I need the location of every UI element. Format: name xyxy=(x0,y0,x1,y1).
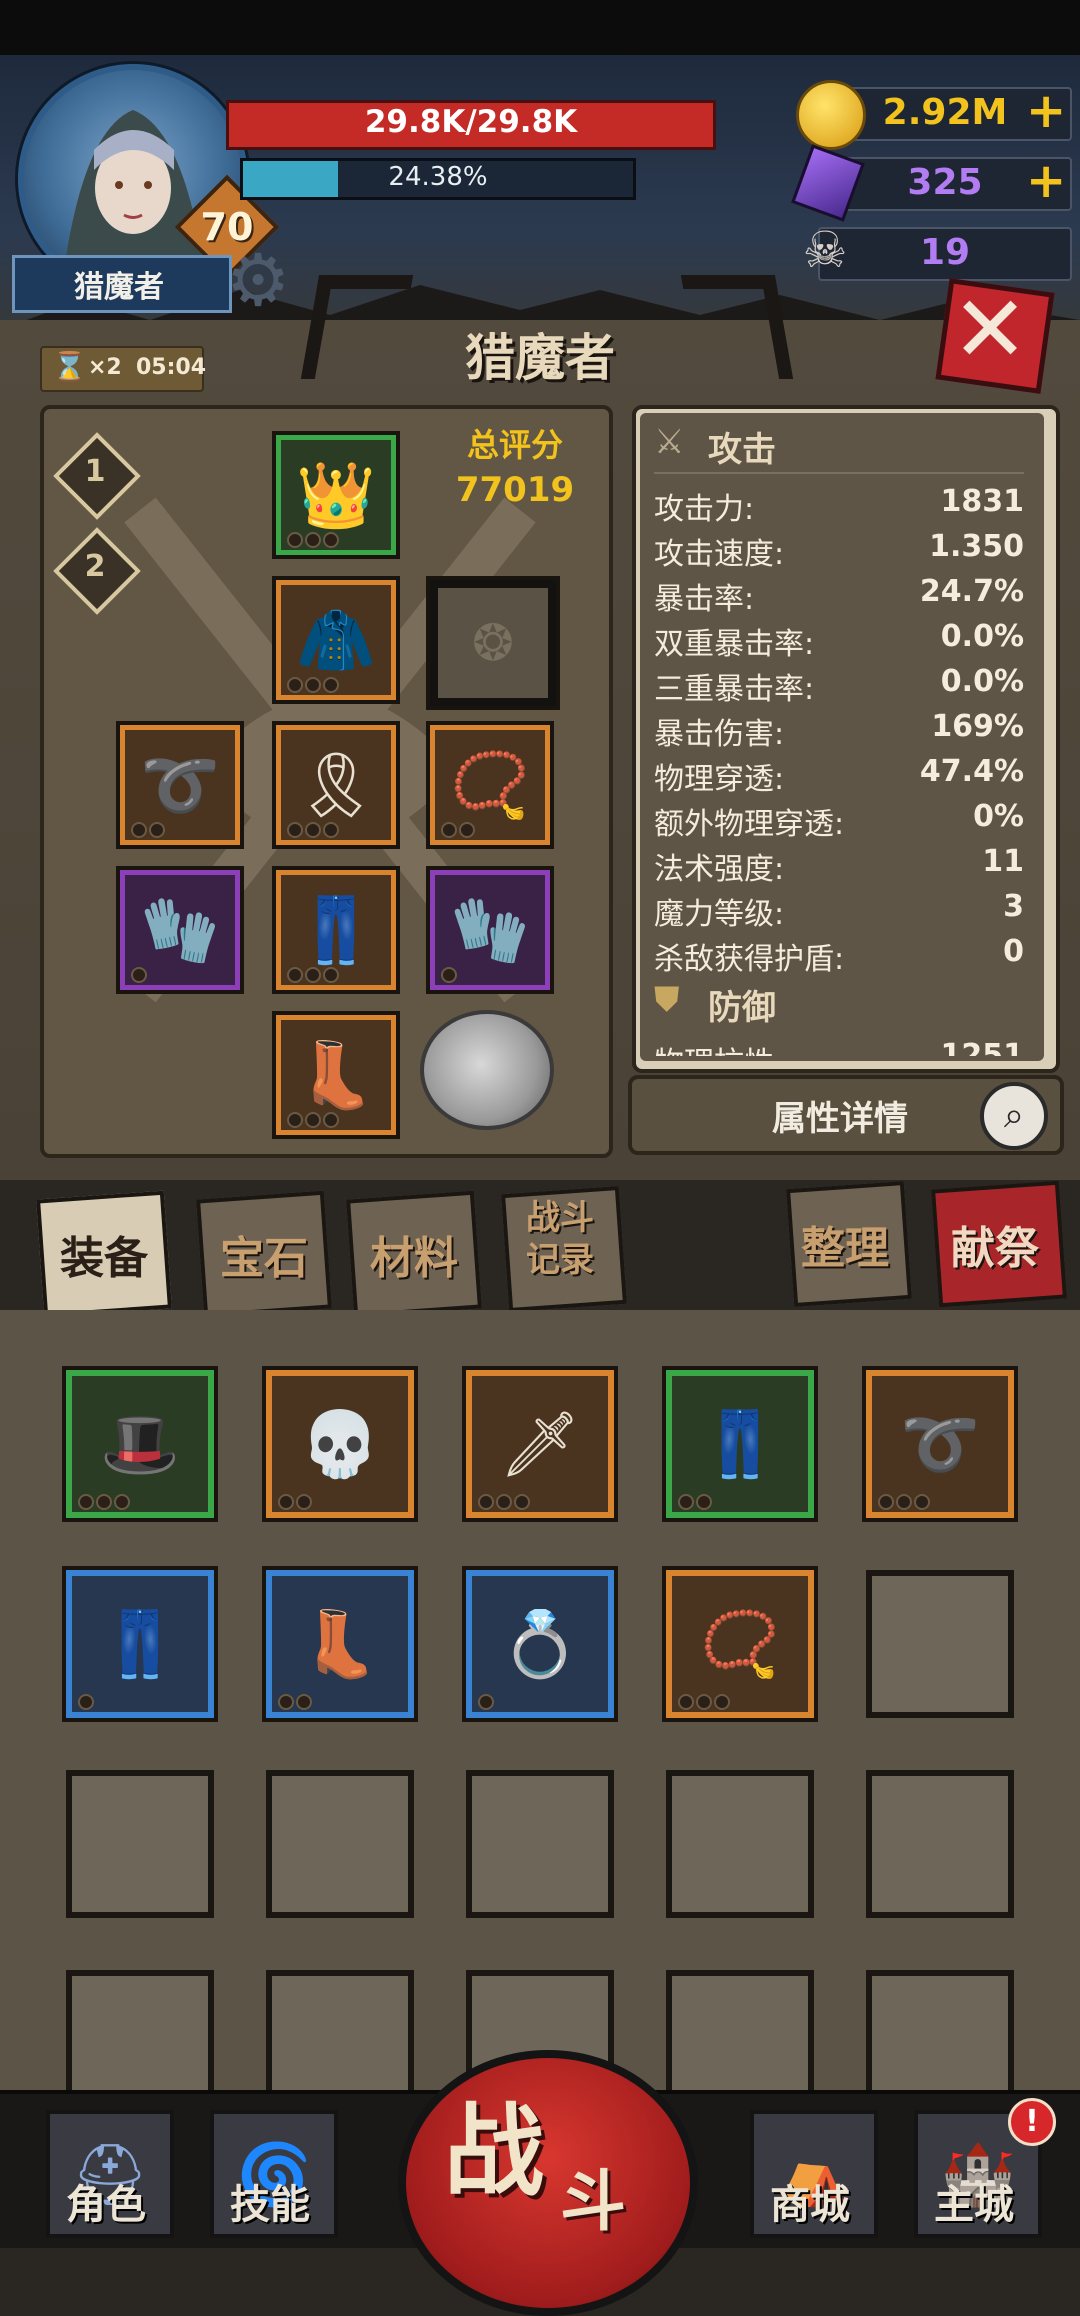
boots-icon: 👢 xyxy=(300,1607,380,1682)
stat-row: 暴击率: 24.7% xyxy=(654,574,1024,617)
pants-icon: 👖 xyxy=(700,1407,780,1482)
hat-icon: 🎩 xyxy=(100,1407,180,1482)
battle-label-2: 斗 xyxy=(560,2163,626,2240)
stat-row: 攻击速度: 1.350 xyxy=(654,529,1024,572)
empty-inventory-slot[interactable] xyxy=(866,1570,1014,1718)
xp-text: 24.38% xyxy=(388,162,488,192)
tab-battle-log-label-2: 记录 xyxy=(526,1240,594,1280)
necklace-icon: 📿 xyxy=(700,1607,780,1682)
attack-section-header: 攻击 xyxy=(708,430,776,470)
gold-bracelet-icon: ➰ xyxy=(900,1407,980,1482)
stat-row: 法术强度: 11 xyxy=(654,844,1024,887)
stat-row: 魔力等级: 3 xyxy=(654,889,1024,932)
inventory-item[interactable]: ➰ xyxy=(866,1370,1014,1518)
gold-coin-icon xyxy=(796,80,866,150)
inventory-item[interactable]: 🎩 xyxy=(66,1370,214,1518)
bracelet-slot[interactable]: ➰ xyxy=(120,725,240,845)
hp-text: 29.8K/29.8K xyxy=(364,104,578,140)
battle-label-1: 战 xyxy=(444,2093,544,2210)
gem-amount: 325 xyxy=(907,162,983,203)
spear-icon: 🗡 xyxy=(499,1407,581,1482)
nav-character-label: 角色 xyxy=(66,2182,146,2228)
tab-gems-label: 宝石 xyxy=(220,1233,308,1284)
inventory-item[interactable]: 💍 xyxy=(466,1570,614,1718)
status-bar xyxy=(0,0,1080,55)
stat-row: 攻击力: 1831 xyxy=(654,484,1024,527)
score-label: 总评分 xyxy=(466,426,563,464)
skull-helm-icon: 💀 xyxy=(300,1407,380,1482)
pants-icon: 👖 xyxy=(100,1607,180,1682)
left-gauntlet-slot[interactable]: 🧤 xyxy=(120,870,240,990)
add-gems-button[interactable]: + xyxy=(1026,156,1066,206)
sacrifice-button-label: 献祭 xyxy=(951,1223,1039,1274)
nav-shop-label: 商城 xyxy=(770,2182,850,2228)
helmet-slot[interactable]: 👑 xyxy=(276,435,396,555)
stat-row: 物理穿透: 47.4% xyxy=(654,754,1024,797)
stat-row: 杀敌获得护盾: 0 xyxy=(654,934,1024,977)
add-gold-button[interactable]: + xyxy=(1026,86,1066,136)
armor-slot[interactable]: 🧥 xyxy=(276,580,396,700)
legs-slot[interactable]: 👖 xyxy=(276,870,396,990)
ring-icon: 💍 xyxy=(500,1607,580,1682)
empty-inventory-slot[interactable] xyxy=(66,1770,214,1918)
loadout-tab-1-label: 1 xyxy=(84,454,106,489)
tab-battle-log-label-1: 战斗 xyxy=(526,1198,594,1238)
player-name: 猎魔者 xyxy=(74,270,164,305)
inventory-item[interactable]: 💀 xyxy=(266,1370,414,1518)
defense-section-header: 防御 xyxy=(708,988,776,1028)
divider xyxy=(654,472,1024,474)
stat-row-partial: 物理抗性: 1251 xyxy=(654,1038,1024,1056)
crossed-swords-icon: ⚔ xyxy=(654,422,685,462)
skull-amount: 19 xyxy=(919,232,971,273)
inventory-item[interactable]: 🗡 xyxy=(466,1370,614,1518)
timer-text: 05:04 xyxy=(136,355,207,380)
ring-seal-slot[interactable] xyxy=(420,1010,554,1130)
empty-inventory-slot[interactable] xyxy=(666,1770,814,1918)
necklace-slot[interactable]: 📿 xyxy=(430,725,550,845)
notification-badge: ! xyxy=(1008,2098,1056,2146)
empty-inventory-slot[interactable] xyxy=(266,1770,414,1918)
ram-skull-icon: ☠ xyxy=(802,221,848,279)
nav-skills-label: 技能 xyxy=(230,2182,310,2228)
stat-row: 暴击伤害: 169% xyxy=(654,709,1024,752)
inventory-item[interactable]: 👢 xyxy=(266,1570,414,1718)
tab-equipment-label: 装备 xyxy=(60,1233,148,1284)
stat-row: 额外物理穿透: 0% xyxy=(654,799,1024,842)
gold-amount: 2.92M xyxy=(882,92,1008,133)
score-value: 77019 xyxy=(455,470,575,510)
loadout-tab-2-label: 2 xyxy=(84,549,106,584)
locked-slot[interactable]: ❂ xyxy=(430,580,556,706)
speed-multiplier: ×2 xyxy=(88,355,122,380)
hourglass-icon: ⌛ xyxy=(52,350,87,383)
belt-slot[interactable]: 🎗 xyxy=(276,725,396,845)
close-icon[interactable]: ✕ xyxy=(940,276,1040,383)
lock-icon: ❂ xyxy=(472,614,514,672)
shield-icon: ⛊ xyxy=(654,980,680,1020)
boots-slot[interactable]: 👢 xyxy=(276,1015,396,1135)
empty-inventory-slot[interactable] xyxy=(866,1770,1014,1918)
sort-button-label: 整理 xyxy=(801,1223,889,1274)
inventory-item[interactable]: 📿 xyxy=(666,1570,814,1718)
gear-icon[interactable]: ⚙ xyxy=(218,240,298,320)
inventory-item[interactable]: 👖 xyxy=(666,1370,814,1518)
right-gauntlet-slot[interactable]: 🧤 xyxy=(430,870,550,990)
stat-row: 三重暴击率: 0.0% xyxy=(654,664,1024,707)
magnifier-icon[interactable]: ⌕ xyxy=(980,1082,1048,1150)
nav-main-city-label: 主城 xyxy=(934,2182,1014,2228)
inventory-item[interactable]: 👖 xyxy=(66,1570,214,1718)
empty-inventory-slot[interactable] xyxy=(466,1770,614,1918)
tab-materials-label: 材料 xyxy=(370,1233,458,1284)
stat-row: 双重暴击率: 0.0% xyxy=(654,619,1024,662)
